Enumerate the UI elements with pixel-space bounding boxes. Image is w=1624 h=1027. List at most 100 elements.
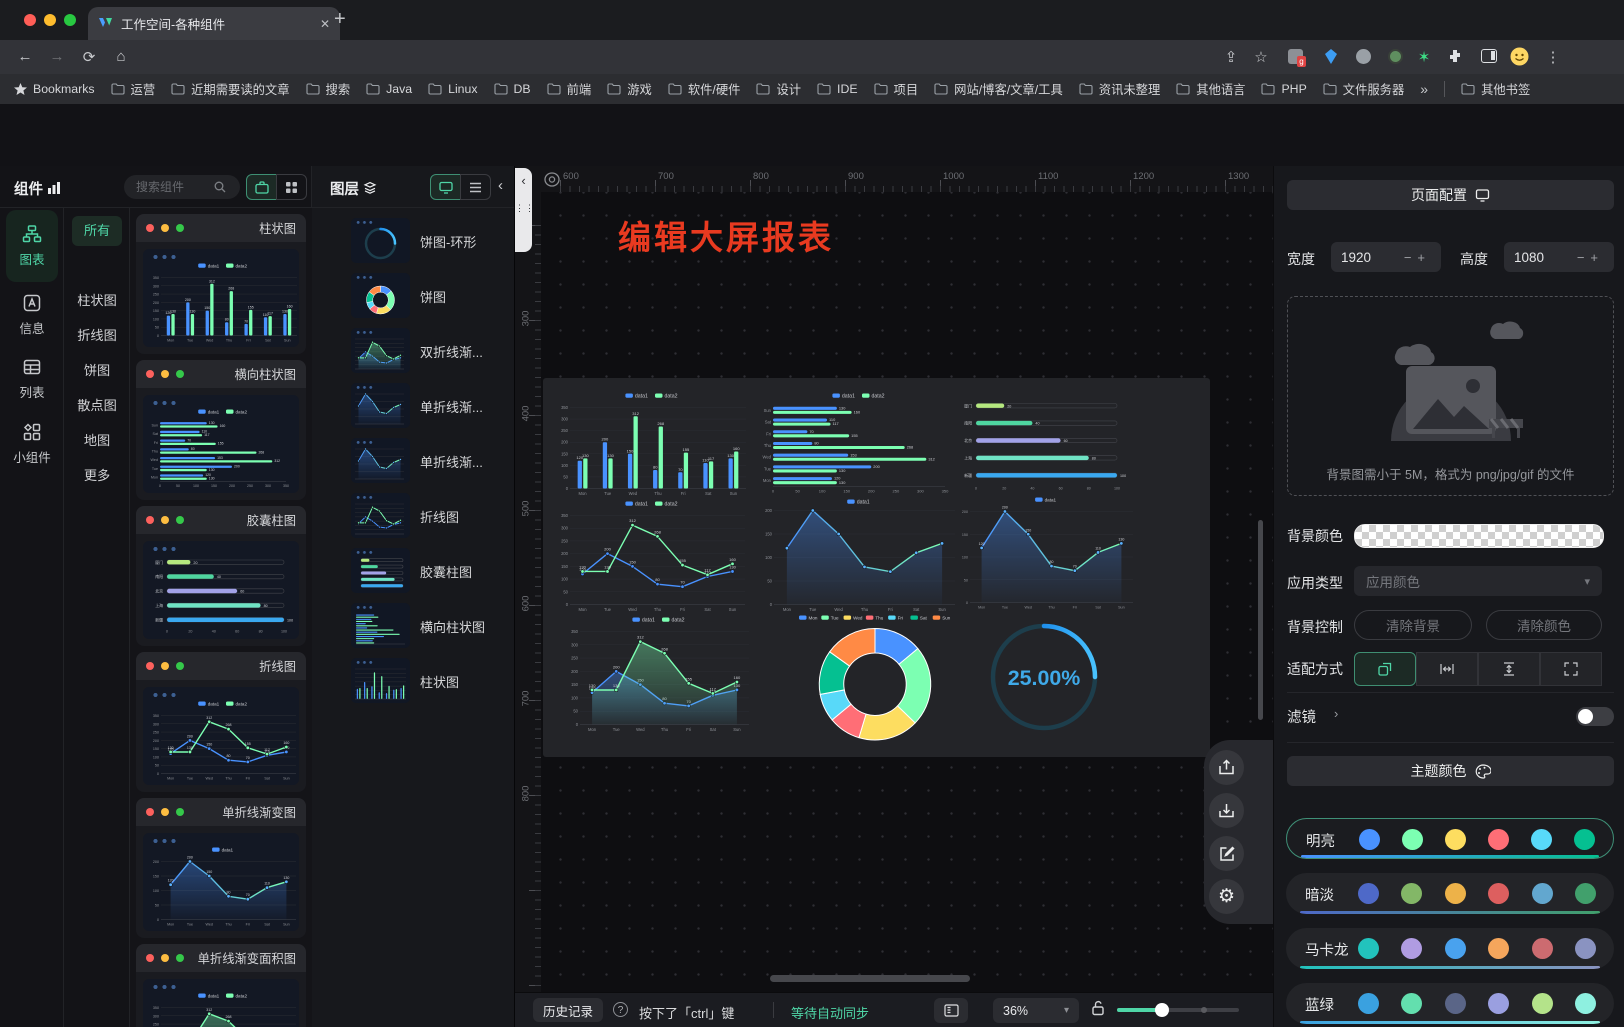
bookmark-folder[interactable]: Linux [428, 80, 477, 98]
bookmark-folder[interactable]: IDE [817, 80, 858, 98]
bookmarks-root[interactable]: Bookmarks [14, 82, 95, 96]
category-item[interactable]: 折线图 [64, 325, 130, 344]
layer-item[interactable]: 横向柱状图 [322, 603, 508, 653]
theme-color-dot[interactable] [1445, 938, 1466, 959]
zoom-level-select[interactable]: 36%▾ [993, 998, 1079, 1023]
view-components-toggle[interactable] [246, 174, 277, 200]
bookmark-folder[interactable]: 设计 [756, 80, 801, 98]
edit-icon[interactable] [1209, 836, 1244, 871]
page-title-text[interactable]: 编辑大屏报表 [618, 211, 834, 259]
history-button[interactable]: 历史记录 [533, 998, 603, 1022]
forward-icon[interactable]: → [48, 48, 66, 65]
gradient-area-chart[interactable]: data1data2050100150200250300350120200150… [567, 616, 753, 732]
bookmark-star-icon[interactable]: ☆ [1252, 48, 1270, 66]
ruler-visibility-eye-icon[interactable] [543, 171, 561, 188]
theme-color-dot[interactable] [1531, 829, 1552, 850]
bookmark-folder[interactable]: 游戏 [607, 80, 652, 98]
unlock-icon[interactable] [1091, 1000, 1105, 1016]
zoom-slider-handle[interactable] [1155, 1003, 1169, 1017]
theme-color-dot[interactable] [1532, 993, 1553, 1014]
theme-color-dot[interactable] [1575, 993, 1596, 1014]
layer-item[interactable]: 胶囊柱图 [322, 548, 508, 598]
bookmark-folder[interactable]: 前端 [547, 80, 592, 98]
bookmark-folder[interactable]: 其他语言 [1176, 80, 1245, 98]
component-card[interactable]: 单折线渐变图data105010015020012020015080701101… [136, 798, 306, 938]
donut-chart[interactable]: MonTueWedThuFriSatSun [785, 614, 965, 742]
component-search[interactable] [124, 175, 240, 199]
layer-item[interactable]: 饼图-环形 [322, 218, 508, 268]
width-plus-icon[interactable]: + [1417, 250, 1431, 265]
profile-avatar[interactable] [1510, 47, 1529, 66]
bookmark-folder[interactable]: 软件/硬件 [668, 80, 741, 98]
home-icon[interactable]: ⌂ [112, 48, 130, 65]
theme-color-dot[interactable] [1445, 993, 1466, 1014]
bookmark-folder[interactable]: PHP [1261, 80, 1306, 98]
layer-item[interactable]: 饼图 [322, 273, 508, 323]
bookmark-folder[interactable]: 资讯未整理 [1079, 80, 1161, 98]
extension-icon[interactable]: g [1288, 49, 1303, 64]
bookmark-folder[interactable]: 近期需要读的文章 [171, 80, 289, 98]
extension-gem-icon[interactable] [1324, 49, 1338, 64]
bookmark-folder[interactable]: Java [366, 80, 412, 98]
side-panel-icon[interactable] [1481, 49, 1497, 63]
sidebar-tab-info[interactable]: 信息 [6, 288, 58, 342]
width-stepper[interactable]: 1920−+ [1331, 242, 1441, 272]
layer-thumbnail-view-toggle[interactable] [430, 174, 461, 200]
window-minimize-button[interactable] [44, 14, 56, 26]
reload-icon[interactable]: ⟳ [80, 48, 98, 66]
filter-expand-chevron[interactable]: › [1334, 706, 1338, 721]
category-item[interactable]: 更多 [64, 465, 130, 484]
theme-color-dot[interactable] [1358, 938, 1379, 959]
theme-color-dot[interactable] [1401, 993, 1422, 1014]
theme-color-dot[interactable] [1488, 883, 1509, 904]
theme-color-dot[interactable] [1532, 938, 1553, 959]
theme-color-dot[interactable] [1575, 938, 1596, 959]
import-icon[interactable] [1209, 750, 1244, 785]
line-chart[interactable]: data1data2050100150200250300350120200150… [557, 500, 749, 612]
vertical-scrollbar[interactable] [1258, 520, 1263, 720]
layer-item[interactable]: 单折线渐... [322, 438, 508, 488]
component-card[interactable]: 折线图data1data2050100150200250300350120200… [136, 652, 306, 792]
settings-gear-icon[interactable]: ⚙ [1209, 879, 1244, 914]
theme-color-dot[interactable] [1532, 883, 1553, 904]
bookmark-folder[interactable]: 网站/博客/文章/工具 [934, 80, 1063, 98]
component-card[interactable]: 单折线渐变面积图data1data20501001502002503003501… [136, 944, 306, 1027]
component-card[interactable]: 柱状图data1data2050100150200250300350120200… [136, 214, 306, 354]
category-item[interactable]: 地图 [64, 430, 130, 449]
theme-color-dot[interactable] [1445, 829, 1466, 850]
bookmark-folder[interactable]: 文件服务器 [1323, 80, 1405, 98]
height-minus-icon[interactable]: − [1577, 250, 1591, 265]
theme-row[interactable]: 蓝绿 [1286, 983, 1614, 1024]
layer-item[interactable]: 折线图 [322, 493, 508, 543]
collapse-layer-panel-icon[interactable]: ‹ [498, 177, 503, 194]
bookmarks-overflow-chevron[interactable]: » [1420, 81, 1428, 97]
progress-ring-chart[interactable]: 25.00% [981, 618, 1107, 736]
sidebar-tab-chart[interactable]: 图表 [6, 210, 58, 282]
component-card[interactable]: 横向柱状图data1data2050100150200250300350Sun1… [136, 360, 306, 500]
theme-color-button[interactable]: 主题颜色 [1287, 756, 1614, 786]
bookmark-folder[interactable]: 项目 [874, 80, 919, 98]
category-item[interactable]: 散点图 [64, 395, 130, 414]
zoom-slider[interactable] [1117, 1008, 1239, 1012]
window-close-button[interactable] [24, 14, 36, 26]
back-icon[interactable]: ← [16, 48, 34, 65]
theme-color-dot[interactable] [1488, 938, 1509, 959]
bookmark-folder[interactable]: 搜索 [306, 80, 351, 98]
theme-color-dot[interactable] [1358, 883, 1379, 904]
component-card[interactable]: 胶囊柱图厦门20南阳40北京60上海80新疆100020406080100 [136, 506, 306, 646]
layout-panel-icon[interactable] [934, 998, 968, 1023]
other-bookmarks-folder[interactable]: 其他书签 [1461, 80, 1530, 98]
layer-item[interactable]: 双折线渐... [322, 328, 508, 378]
theme-row[interactable]: 暗淡 [1286, 873, 1614, 914]
gradient-line-chart[interactable]: data10501001502001202001508070110130MonT… [957, 496, 1137, 610]
single-line-chart[interactable]: data1050100150200MonTueWedThuFriSatSun [761, 498, 959, 612]
panel-collapse-handle[interactable]: ‹⋮⋮ [515, 168, 532, 252]
layer-list-view-toggle[interactable] [460, 174, 491, 200]
bookmark-folder[interactable]: DB [494, 80, 531, 98]
theme-color-dot[interactable] [1402, 829, 1423, 850]
filter-toggle[interactable] [1576, 707, 1614, 726]
theme-color-dot[interactable] [1401, 938, 1422, 959]
clear-background-button[interactable]: 清除背景 [1354, 610, 1472, 640]
browser-tab[interactable]: 工作空间-各种组件 ✕ [88, 7, 340, 40]
background-upload-dropzone[interactable]: 背景图需小于 5M，格式为 png/jpg/gif 的文件 [1287, 296, 1614, 496]
